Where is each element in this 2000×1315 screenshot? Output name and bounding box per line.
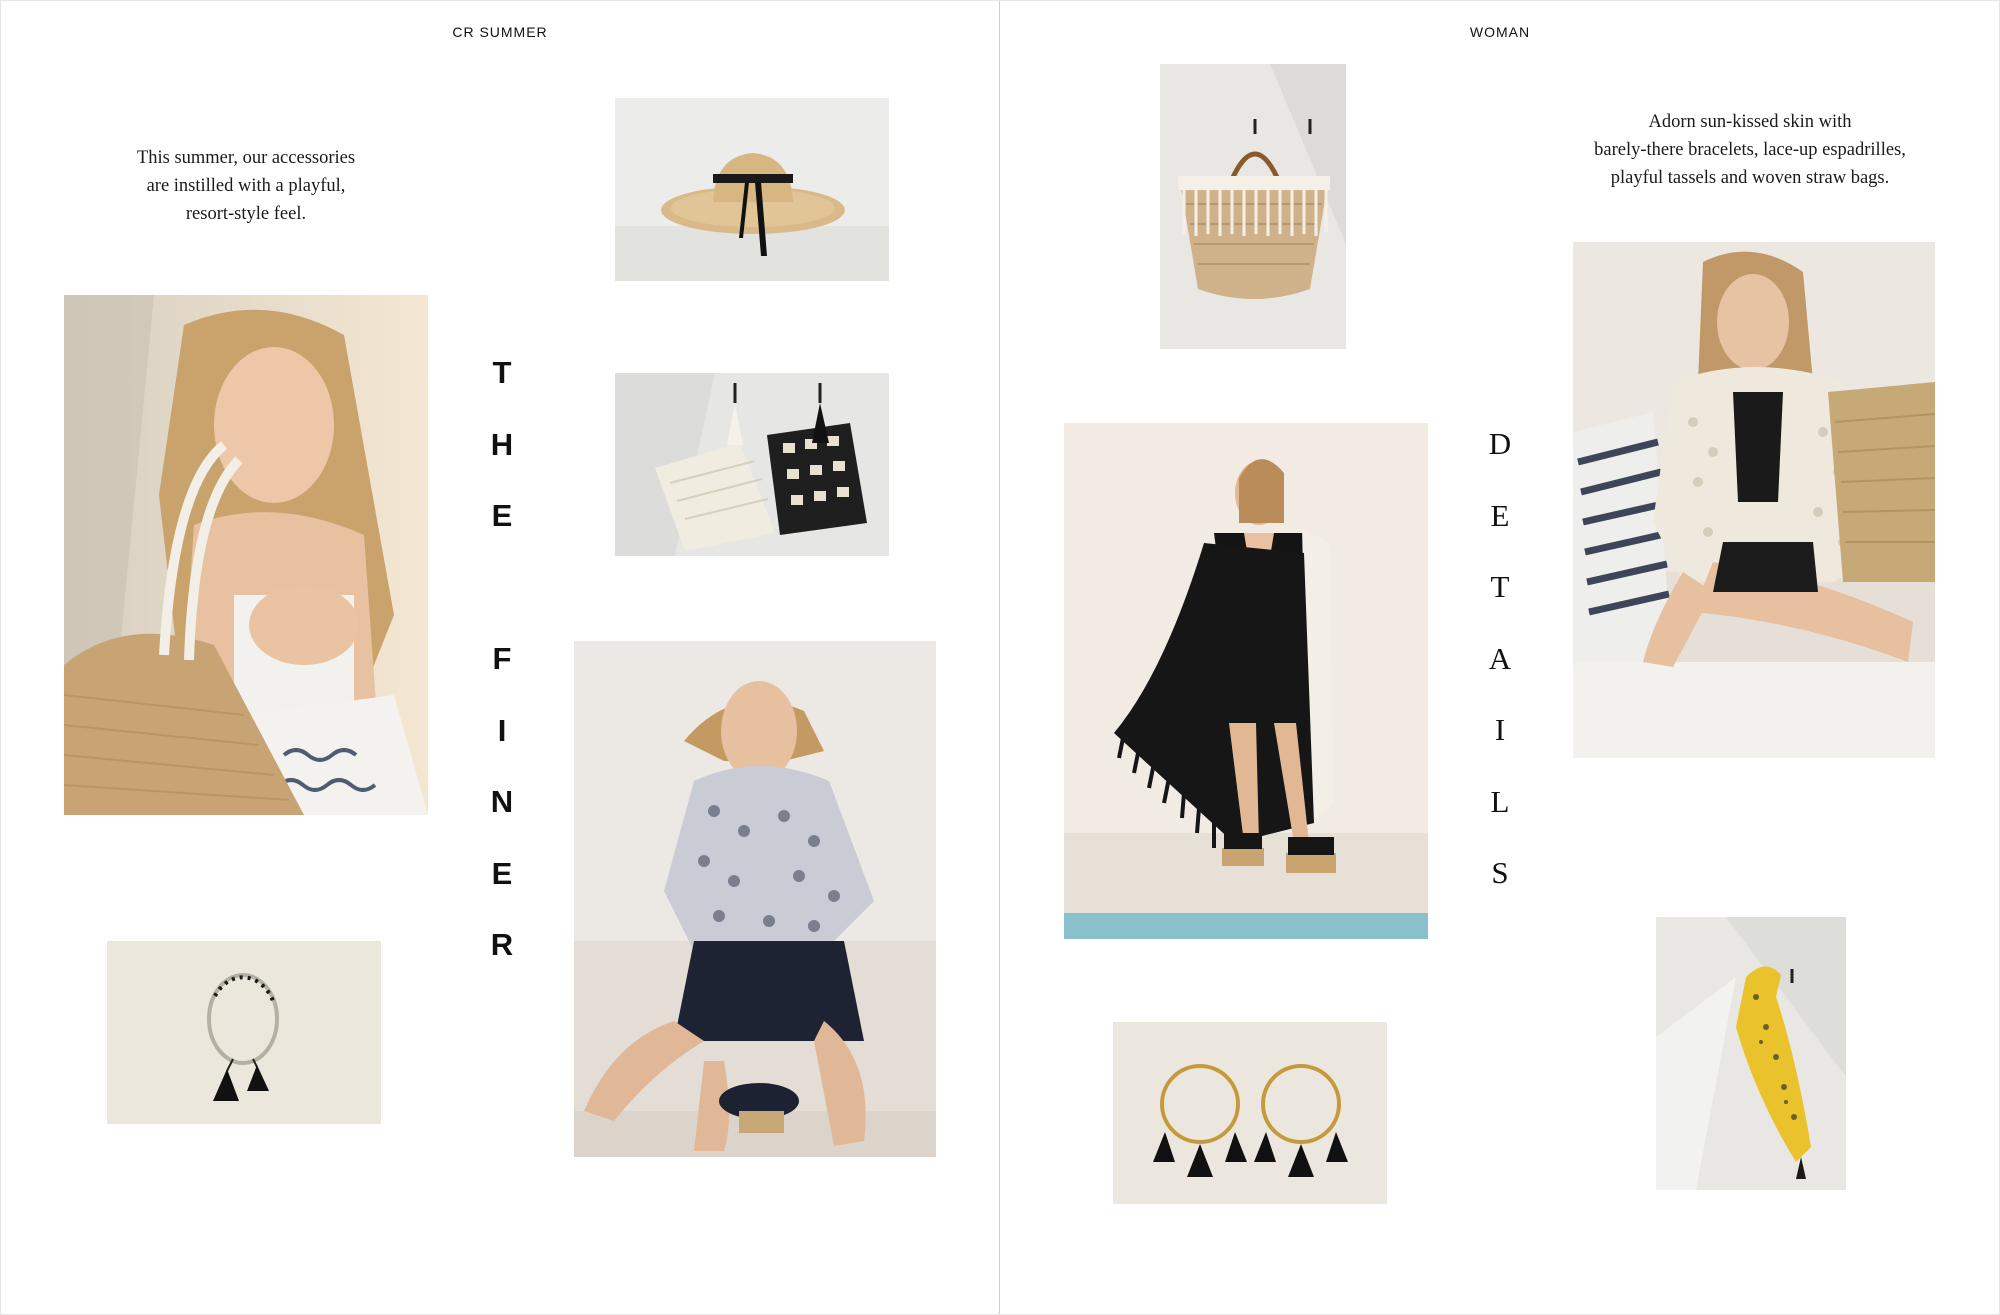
- photo-model-straw-tote: [64, 295, 428, 815]
- heading-letter: E: [1490, 497, 1510, 533]
- intro-line: are instilled with a playful,: [146, 176, 346, 196]
- heading-letter: L: [1490, 783, 1510, 819]
- intro-text-left: This summer, our accessories are instill…: [86, 144, 406, 228]
- intro-line: resort-style feel.: [185, 204, 307, 224]
- heading-letter: E: [491, 498, 513, 533]
- heading-letter: T: [492, 355, 512, 390]
- photo-model-crochet-cardigan: [1573, 242, 1935, 758]
- heading-letter: E: [491, 855, 513, 891]
- photo-fringe-basket: [1160, 64, 1346, 349]
- heading-letter: S: [1491, 855, 1509, 890]
- intro-line: barely-there bracelets, lace-up espadril…: [1594, 140, 1906, 160]
- heading-letter: T: [1490, 569, 1510, 604]
- photo-model-black-swimsuit: [1064, 423, 1428, 939]
- photo-woven-clutches: [615, 373, 889, 556]
- photo-straw-hat: [615, 98, 889, 281]
- heading-letter: I: [1494, 712, 1506, 747]
- photo-yellow-scarf: [1656, 917, 1846, 1190]
- heading-the-finer: T H E F I N E R: [472, 337, 532, 981]
- intro-line: Adorn sun-kissed skin with: [1648, 112, 1852, 132]
- photo-model-printed-shirt: [574, 641, 936, 1157]
- heading-letter: R: [490, 927, 514, 962]
- intro-line: playful tassels and woven straw bags.: [1610, 168, 1890, 188]
- heading-letter: F: [492, 641, 512, 676]
- heading-letter: D: [1488, 426, 1512, 461]
- heading-letter: A: [1488, 640, 1512, 676]
- intro-line: This summer, our accessories: [136, 148, 356, 168]
- photo-tassel-hoop-earrings: [1113, 1022, 1387, 1204]
- intro-text-right: Adorn sun-kissed skin with barely-there …: [1540, 108, 1960, 192]
- running-head-right: WOMAN: [1469, 24, 1531, 40]
- heading-details: D E T A I L S: [1470, 408, 1530, 909]
- photo-tassel-bracelet: [107, 941, 381, 1124]
- running-head-left: CR SUMMER: [452, 24, 548, 40]
- heading-letter: H: [490, 426, 514, 462]
- page-spine: [999, 0, 1000, 1315]
- heading-letter: N: [490, 784, 514, 819]
- heading-letter: I: [497, 712, 507, 748]
